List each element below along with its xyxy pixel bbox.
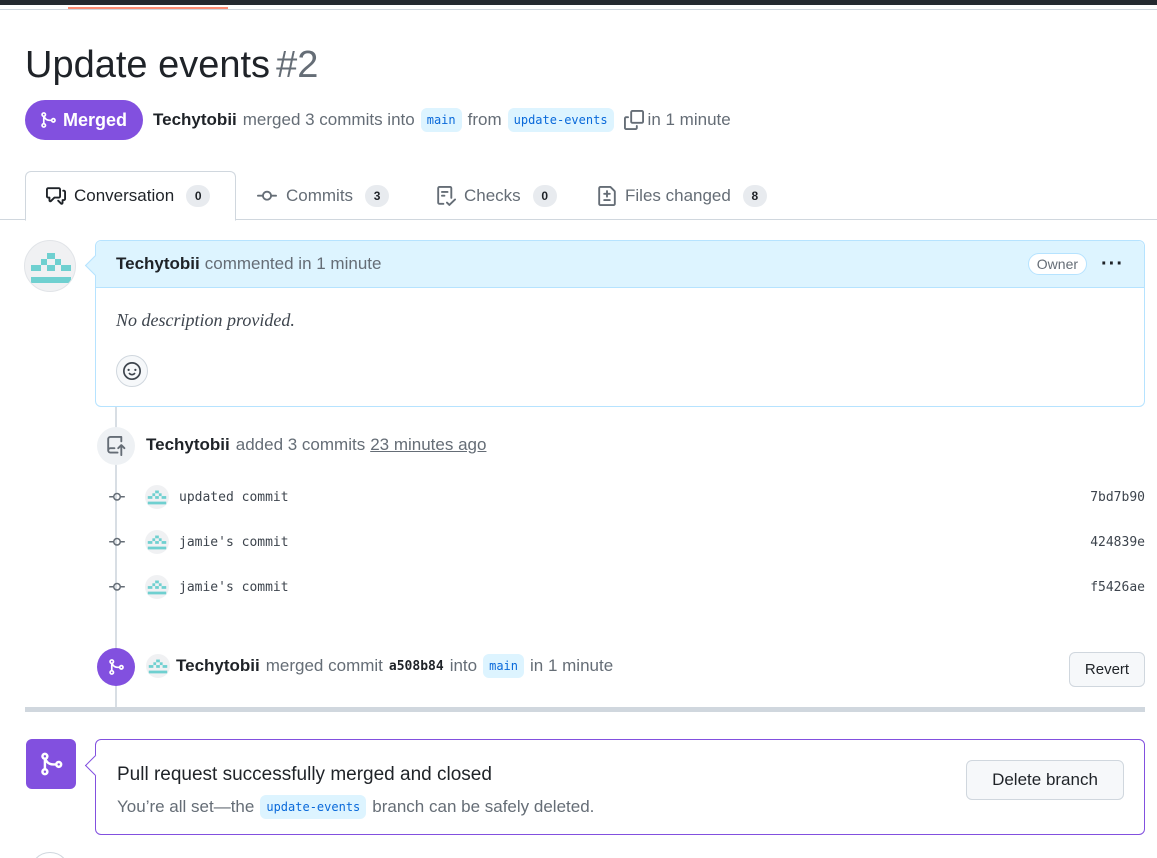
- add-reaction-button[interactable]: [116, 355, 148, 387]
- smiley-icon: [123, 362, 141, 380]
- copy-icon[interactable]: [623, 110, 644, 130]
- git-merge-icon: [41, 112, 56, 128]
- head-branch-link[interactable]: update-events: [507, 108, 614, 132]
- commit-message-link[interactable]: updated commit: [179, 490, 289, 505]
- merge-event-author[interactable]: Techytobii: [176, 656, 260, 676]
- git-commit-icon: [105, 534, 129, 550]
- merge-event-branch[interactable]: main: [483, 654, 525, 678]
- git-merge-icon: [97, 648, 135, 686]
- merge-status-subtitle: You’re all set—the update-events branch …: [117, 795, 594, 819]
- pr-title-text: Update events: [25, 44, 271, 86]
- pr-author-link[interactable]: Techytobii: [153, 110, 237, 130]
- commit-sha-link[interactable]: f5426ae: [1090, 580, 1145, 595]
- commits-event-author[interactable]: Techytobii: [146, 435, 230, 455]
- merge-status-branch[interactable]: update-events: [260, 795, 367, 819]
- tab-commits[interactable]: Commits 3: [256, 171, 390, 220]
- comment-action: commented in 1 minute: [204, 254, 382, 273]
- merge-event-time: in 1 minute: [530, 656, 614, 675]
- header-divider: [0, 9, 1157, 10]
- tab-commits-label: Commits: [286, 185, 354, 205]
- git-merge-icon: [26, 739, 76, 789]
- file-diff-icon: [598, 185, 616, 206]
- merge-description: merged 3 commits into: [242, 110, 415, 129]
- merged-state-badge: Merged: [25, 100, 144, 140]
- commit-author-avatar[interactable]: [145, 485, 169, 509]
- merge-status-text-before: You’re all set—the: [117, 797, 255, 816]
- pr-tabs: Conversation 0 Commits 3 Checks 0 Files …: [0, 171, 1157, 221]
- tab-files-changed-count: 8: [742, 184, 767, 207]
- merge-status-title: Pull request successfully merged and clo…: [117, 764, 492, 785]
- comment-author-link[interactable]: Techytobii: [116, 254, 200, 274]
- commits-event-action: added 3 commits: [235, 435, 366, 454]
- commit-author-avatar[interactable]: [145, 530, 169, 554]
- checklist-icon: [437, 185, 456, 206]
- next-item-avatar: [30, 852, 70, 858]
- commit-message-link[interactable]: jamie's commit: [179, 535, 289, 550]
- tab-commits-count: 3: [365, 184, 390, 207]
- merge-event-into: into: [449, 656, 478, 675]
- top-nav-bar: [0, 0, 1157, 5]
- kebab-horizontal-icon[interactable]: ···: [1101, 254, 1124, 274]
- commit-sha-link[interactable]: 7bd7b90: [1090, 490, 1145, 505]
- commit-row: jamie's commit 424839e: [105, 527, 1145, 557]
- pr-number: #2: [276, 44, 319, 86]
- merge-author-avatar[interactable]: [146, 654, 170, 678]
- tab-checks-label: Checks: [464, 185, 521, 205]
- author-avatar[interactable]: [24, 240, 76, 292]
- comment-body: No description provided.: [96, 288, 1144, 331]
- commit-author-avatar[interactable]: [145, 575, 169, 599]
- commits-added-event: Techytobii added 3 commits 23 minutes ag…: [146, 435, 486, 455]
- comment-discussion-icon: [46, 187, 66, 205]
- comment-body-text: No description provided.: [116, 310, 295, 330]
- revert-button[interactable]: Revert: [1069, 652, 1145, 687]
- git-commit-icon: [257, 190, 277, 201]
- merge-status-text-after: branch can be safely deleted.: [372, 797, 595, 816]
- tab-checks[interactable]: Checks 0: [436, 171, 557, 220]
- commit-row: jamie's commit f5426ae: [105, 572, 1145, 602]
- from-text: from: [467, 110, 502, 129]
- delete-branch-button[interactable]: Delete branch: [966, 760, 1124, 800]
- owner-badge: Owner: [1027, 253, 1088, 275]
- pr-meta: Merged Techytobii merged 3 commits into …: [25, 100, 731, 140]
- commit-row: updated commit 7bd7b90: [105, 482, 1145, 512]
- merge-time: in 1 minute: [647, 110, 731, 129]
- commit-sha-link[interactable]: 424839e: [1090, 535, 1145, 550]
- merge-status-box: Pull request successfully merged and clo…: [95, 739, 1145, 835]
- git-commit-icon: [105, 579, 129, 595]
- tab-files-changed-label: Files changed: [625, 185, 731, 205]
- merged-event: Techytobii merged commit a508b84 into ma…: [146, 654, 613, 678]
- pr-description-comment: Techytobii commented in 1 minute Owner ·…: [95, 240, 1145, 407]
- tab-conversation-count: 0: [186, 185, 211, 207]
- merge-commit-sha[interactable]: a508b84: [389, 659, 444, 674]
- git-commit-icon: [105, 489, 129, 505]
- pr-title: Update events #2: [25, 44, 318, 87]
- merged-state-label: Merged: [63, 109, 128, 130]
- tab-conversation[interactable]: Conversation 0: [25, 171, 236, 221]
- commits-event-time[interactable]: 23 minutes ago: [370, 435, 486, 455]
- repo-push-icon: [97, 427, 135, 465]
- tab-checks-count: 0: [532, 184, 557, 207]
- base-branch-link[interactable]: main: [420, 108, 462, 132]
- tab-conversation-label: Conversation: [74, 186, 175, 205]
- tab-files-changed[interactable]: Files changed 8: [597, 171, 767, 220]
- commit-message-link[interactable]: jamie's commit: [179, 580, 289, 595]
- comment-header: Techytobii commented in 1 minute Owner ·…: [96, 241, 1144, 288]
- timeline-divider: [25, 707, 1145, 712]
- merge-event-action: merged commit: [265, 656, 383, 675]
